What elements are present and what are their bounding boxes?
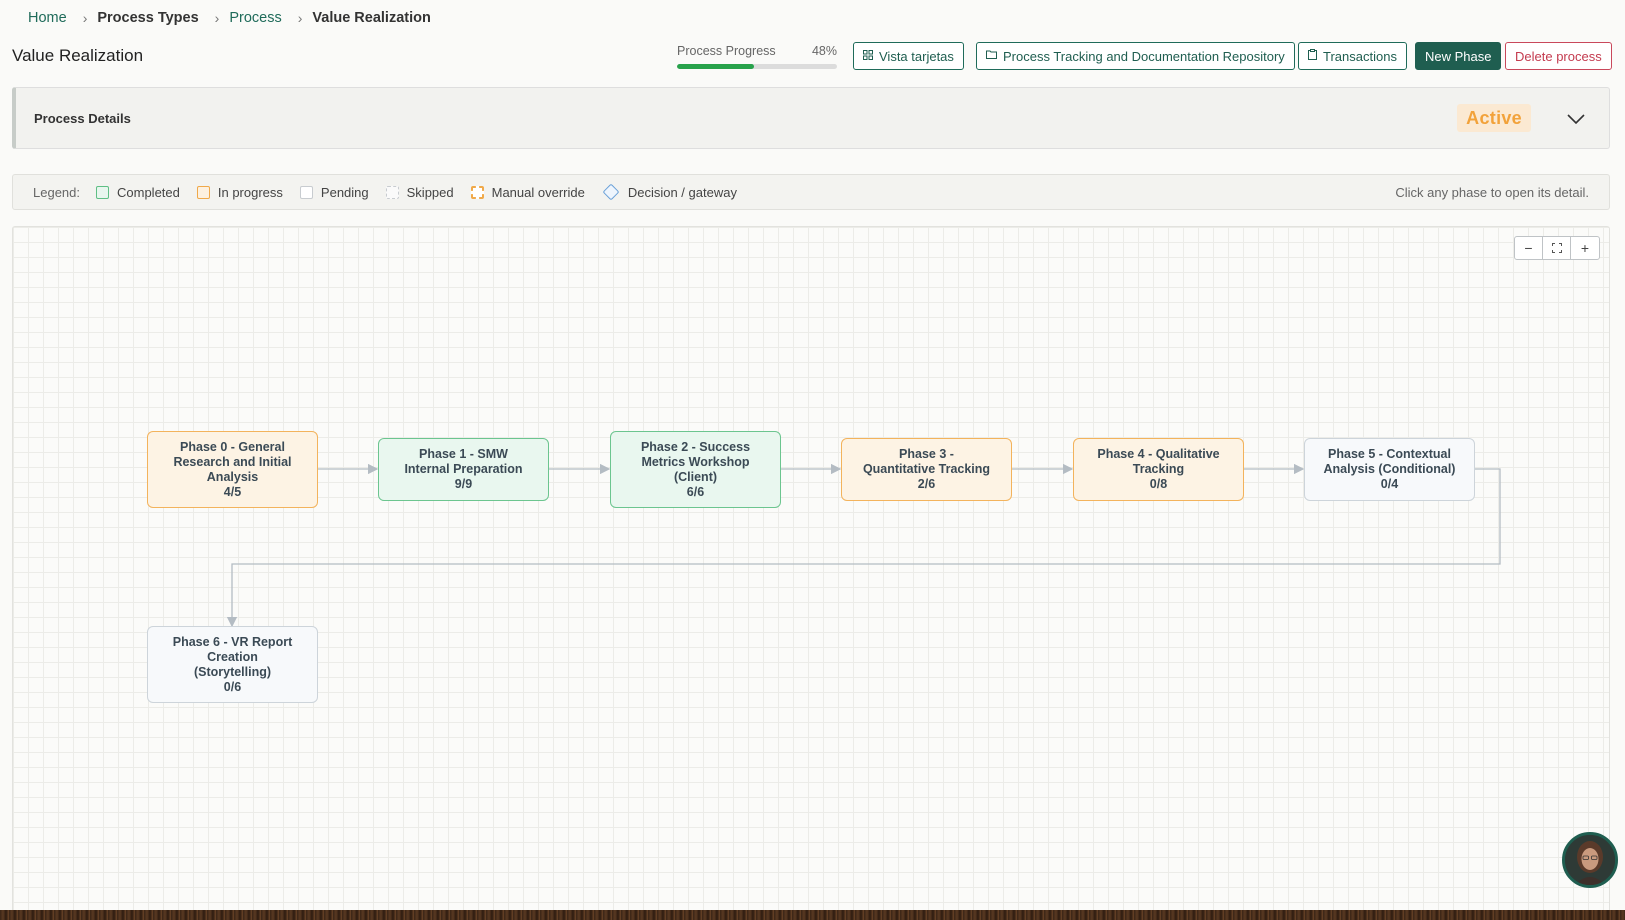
phase-card-5[interactable]: Phase 5 - Contextual Analysis (Condition… (1304, 438, 1475, 501)
breadcrumb-current: Value Realization (312, 10, 431, 26)
clipboard-icon (1308, 49, 1317, 63)
repository-label: Process Tracking and Documentation Repos… (1003, 48, 1285, 64)
phase-title-line: Phase 2 - Success (640, 439, 751, 454)
phase-count: 9/9 (454, 477, 473, 491)
legend-text: Pending (320, 184, 369, 200)
transactions-button[interactable]: Transactions (1298, 42, 1407, 70)
phase-title-line: Creation (207, 649, 258, 664)
phase-card-4[interactable]: Phase 4 - Qualitative Tracking 0/8 (1073, 438, 1244, 501)
phase-card-2[interactable]: Phase 2 - Success Metrics Workshop (Clie… (610, 431, 781, 508)
phase-title-line: (Client) (673, 469, 718, 484)
manual-override-swatch (470, 185, 484, 199)
legend-item-completed: Completed (96, 185, 180, 200)
phase-count: 0/8 (1149, 477, 1168, 491)
legend-label: Legend: (33, 184, 80, 200)
phase-card-0[interactable]: Phase 0 - General Research and Initial A… (147, 431, 318, 508)
process-flow-canvas[interactable]: − + Phase 0 - General Research and Initi… (12, 226, 1610, 910)
breadcrumb-separator: › (297, 10, 303, 26)
phase-count: 0/4 (1380, 477, 1399, 491)
phase-count: 2/6 (917, 477, 936, 491)
phase-count: 6/6 (686, 484, 705, 499)
phase-title-line: Research and Initial (173, 454, 292, 469)
breadcrumb-home[interactable]: Home (28, 10, 67, 26)
legend-item-decision: Decision / gateway (602, 183, 737, 201)
legend-text: Decision / gateway (627, 184, 737, 200)
legend-text: Skipped (406, 184, 454, 200)
phase-card-3[interactable]: Phase 3 - Quantitative Tracking 2/6 (841, 438, 1012, 501)
repository-button[interactable]: Process Tracking and Documentation Repos… (976, 42, 1295, 70)
phase-title-line: Phase 4 - Qualitative (1097, 447, 1220, 461)
breadcrumb-process[interactable]: Process (229, 10, 281, 26)
legend-item-in-progress: In progress (196, 184, 283, 200)
cards-view-label: Vista tarjetas (879, 48, 954, 64)
transactions-label: Transactions (1323, 48, 1397, 64)
process-progress: Process Progress 48% (677, 44, 837, 69)
skipped-swatch (385, 185, 399, 199)
completed-swatch (96, 185, 109, 199)
phase-connectors (226, 463, 1501, 628)
legend-bar: Legend: Completed In progress Pending Sk… (12, 174, 1610, 210)
new-phase-button[interactable]: New Phase (1415, 42, 1502, 70)
status-badge: Active (1457, 104, 1531, 132)
cards-view-button[interactable]: Vista tarjetas (853, 42, 964, 70)
breadcrumb-process-types[interactable]: Process Types (97, 10, 198, 26)
assistant-avatar[interactable] (1562, 832, 1618, 888)
phase-title-line: Phase 3 - (899, 447, 954, 461)
folder-icon (986, 50, 997, 62)
phase-count: 4/5 (223, 484, 242, 499)
phase-title-line: Quantitative Tracking (862, 462, 991, 476)
progress-fill (677, 64, 754, 69)
assistant-avatar-icon (1565, 835, 1615, 885)
breadcrumb-separator: › (214, 10, 220, 26)
process-details-title: Process Details (34, 110, 131, 126)
phase-title-line: Internal Preparation (404, 462, 523, 476)
legend-text: In progress (217, 184, 283, 200)
phase-count: 0/6 (223, 679, 242, 694)
phase-title-line: Phase 1 - SMW (419, 447, 508, 461)
page-title: Value Realization (12, 46, 144, 65)
phase-title-line: Tracking (1132, 462, 1185, 476)
legend-item-pending: Pending (299, 184, 369, 200)
progress-track (677, 64, 837, 69)
progress-value: 48% (811, 44, 837, 58)
decision-diamond-icon (602, 183, 620, 201)
phase-title-line: Metrics Workshop (641, 454, 750, 469)
legend-item-skipped: Skipped (385, 184, 454, 200)
bottom-decorative-strip (0, 910, 1625, 920)
grid-icon (863, 49, 873, 63)
chevron-down-icon[interactable] (1563, 106, 1589, 132)
legend-text: Completed (117, 184, 180, 200)
delete-process-button[interactable]: Delete process (1505, 42, 1612, 70)
progress-label: Process Progress (677, 44, 776, 58)
pending-swatch (299, 185, 313, 199)
process-details-panel[interactable]: Process Details Active (12, 87, 1610, 149)
breadcrumb-separator: › (82, 10, 88, 26)
in-progress-swatch (196, 185, 210, 199)
phase-card-1[interactable]: Phase 1 - SMW Internal Preparation 9/9 (378, 438, 549, 501)
phase-title-line: Phase 6 - VR Report (172, 634, 293, 649)
legend-item-manual-override: Manual override (470, 184, 585, 200)
phase-title-line: Phase 5 - Contextual (1328, 447, 1451, 461)
legend-hint: Click any phase to open its detail. (1395, 184, 1589, 200)
phase-title-line: (Storytelling) (193, 664, 272, 679)
phase-title-line: Analysis (Conditional) (1323, 462, 1456, 476)
legend-text: Manual override (491, 184, 585, 200)
phase-card-6[interactable]: Phase 6 - VR Report Creation (Storytelli… (147, 626, 318, 703)
phase-title-line: Phase 0 - General (180, 439, 285, 454)
phase-title-line: Analysis (206, 469, 259, 484)
breadcrumb: Home › Process Types › Process › Value R… (28, 8, 431, 28)
